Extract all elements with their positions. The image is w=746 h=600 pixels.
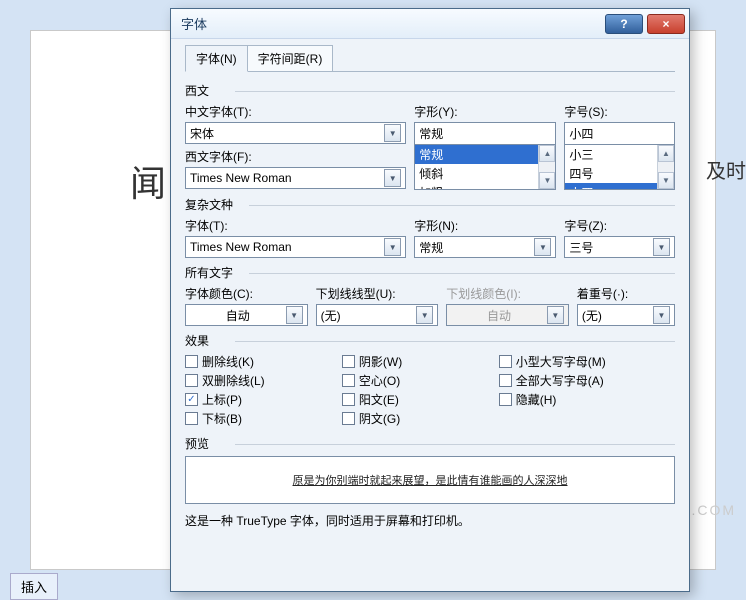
- checkbox-smallcaps[interactable]: 小型大写字母(M): [499, 353, 675, 370]
- size-option[interactable]: 四号: [565, 164, 657, 183]
- chevron-down-icon: ▼: [416, 306, 433, 324]
- size-value: 小四: [569, 125, 670, 142]
- checkbox-superscript[interactable]: 上标(P): [185, 391, 332, 408]
- scroll-up-icon[interactable]: ▲: [658, 145, 674, 162]
- background-text-right: 及时: [706, 155, 746, 184]
- style-option[interactable]: 常规: [415, 145, 538, 164]
- size-option[interactable]: 小四: [565, 183, 657, 189]
- checkbox-engrave[interactable]: 阴文(G): [342, 410, 489, 427]
- west-font-combo[interactable]: Times New Roman ▼: [185, 167, 406, 189]
- style-option[interactable]: 倾斜: [415, 164, 538, 183]
- checkbox-shadow[interactable]: 阴影(W): [342, 353, 489, 370]
- size-option[interactable]: 小三: [565, 145, 657, 164]
- chevron-down-icon: ▼: [384, 124, 401, 142]
- size-listbox[interactable]: 小三 四号 小四 ▲ ▼: [564, 144, 675, 190]
- group-latin: 西文: [185, 82, 675, 99]
- checkbox-strike[interactable]: 删除线(K): [185, 353, 332, 370]
- preview-description: 这是一种 TrueType 字体，同时适用于屏幕和打印机。: [185, 512, 675, 529]
- underline-color-combo: 自动 ▼: [446, 304, 569, 326]
- titlebar[interactable]: 字体 ? ×: [171, 9, 689, 39]
- complex-size-value: 三号: [569, 239, 653, 256]
- help-button[interactable]: ?: [605, 14, 643, 34]
- scroll-up-icon[interactable]: ▲: [539, 145, 555, 162]
- font-color-value: 自动: [190, 307, 286, 324]
- complex-size-combo[interactable]: 三号 ▼: [564, 236, 675, 258]
- checkbox-dstrike[interactable]: 双删除线(L): [185, 372, 332, 389]
- label-underline: 下划线线型(U):: [316, 285, 439, 302]
- scrollbar[interactable]: ▲ ▼: [538, 145, 555, 189]
- group-alltext: 所有文字: [185, 264, 675, 281]
- checkbox-allcaps[interactable]: 全部大写字母(A): [499, 372, 675, 389]
- chevron-down-icon: ▼: [653, 238, 670, 256]
- checkbox-emboss[interactable]: 阳文(E): [342, 391, 489, 408]
- scroll-down-icon[interactable]: ▼: [658, 172, 674, 189]
- close-button[interactable]: ×: [647, 14, 685, 34]
- font-dialog: 字体 ? × 字体(N) 字符间距(R) 西文 中文字体(T): 宋体 ▼ 西文…: [170, 8, 690, 592]
- group-preview: 预览: [185, 435, 675, 452]
- chevron-down-icon: ▼: [384, 169, 401, 187]
- tab-font[interactable]: 字体(N): [185, 45, 248, 72]
- emphasis-value: (无): [582, 307, 653, 324]
- preview-box: 原是为你别端时就起来展望，是此情有谁能画的人深深地: [185, 456, 675, 504]
- complex-style-combo[interactable]: 常规 ▼: [414, 236, 556, 258]
- background-text-left: 闻: [130, 155, 166, 207]
- scrollbar[interactable]: ▲ ▼: [657, 145, 674, 189]
- size-input[interactable]: 小四: [564, 122, 675, 144]
- preview-sample: 原是为你别端时就起来展望，是此情有谁能画的人深深地: [293, 472, 568, 488]
- checkbox-subscript[interactable]: 下标(B): [185, 410, 332, 427]
- dialog-title: 字体: [181, 14, 601, 33]
- style-listbox[interactable]: 常规 倾斜 加粗 ▲ ▼: [414, 144, 556, 190]
- label-cn-font: 中文字体(T):: [185, 103, 406, 120]
- style-input[interactable]: 常规: [414, 122, 556, 144]
- group-complex: 复杂文种: [185, 196, 675, 213]
- chevron-down-icon: ▼: [653, 306, 670, 324]
- group-effects: 效果: [185, 332, 675, 349]
- checkbox-hidden[interactable]: 隐藏(H): [499, 391, 675, 408]
- label-size: 字号(S):: [564, 103, 675, 120]
- chevron-down-icon: ▼: [547, 306, 564, 324]
- tab-strip: 字体(N) 字符间距(R): [185, 45, 675, 72]
- complex-font-value: Times New Roman: [190, 240, 384, 254]
- tab-spacing[interactable]: 字符间距(R): [247, 45, 334, 72]
- chevron-down-icon: ▼: [384, 238, 401, 256]
- west-font-value: Times New Roman: [190, 171, 384, 185]
- ribbon-tab-insert[interactable]: 插入: [10, 573, 58, 600]
- underline-combo[interactable]: (无) ▼: [316, 304, 439, 326]
- label-complex-size: 字号(Z):: [564, 217, 675, 234]
- label-font-color: 字体颜色(C):: [185, 285, 308, 302]
- style-option[interactable]: 加粗: [415, 183, 538, 189]
- complex-font-combo[interactable]: Times New Roman ▼: [185, 236, 406, 258]
- chevron-down-icon: ▼: [534, 238, 551, 256]
- label-complex-font: 字体(T):: [185, 217, 406, 234]
- cn-font-combo[interactable]: 宋体 ▼: [185, 122, 406, 144]
- label-style: 字形(Y):: [414, 103, 556, 120]
- chevron-down-icon: ▼: [286, 306, 303, 324]
- cn-font-value: 宋体: [190, 125, 384, 142]
- underline-value: (无): [321, 307, 417, 324]
- underline-color-value: 自动: [451, 307, 547, 324]
- label-emphasis: 着重号(·):: [577, 285, 675, 302]
- style-value: 常规: [419, 125, 551, 142]
- complex-style-value: 常规: [419, 239, 534, 256]
- label-underline-color: 下划线颜色(I):: [446, 285, 569, 302]
- checkbox-outline[interactable]: 空心(O): [342, 372, 489, 389]
- label-complex-style: 字形(N):: [414, 217, 556, 234]
- font-color-combo[interactable]: 自动 ▼: [185, 304, 308, 326]
- label-west-font: 西文字体(F):: [185, 148, 406, 165]
- scroll-down-icon[interactable]: ▼: [539, 172, 555, 189]
- emphasis-combo[interactable]: (无) ▼: [577, 304, 675, 326]
